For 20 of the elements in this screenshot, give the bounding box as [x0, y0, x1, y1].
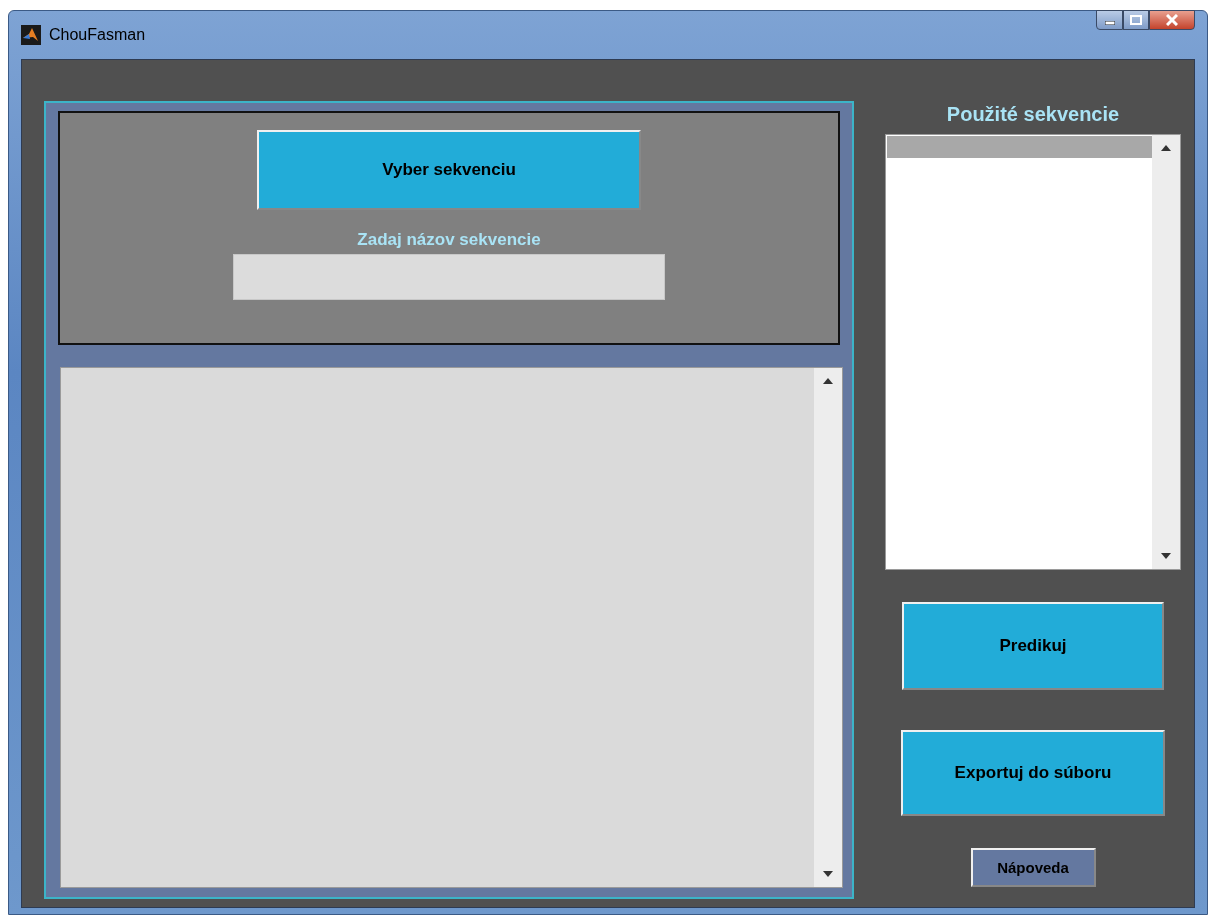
- scrollbar[interactable]: [1152, 135, 1180, 569]
- scrollbar[interactable]: [814, 368, 842, 887]
- app-logo-icon: [21, 25, 41, 45]
- close-button[interactable]: [1149, 10, 1195, 30]
- minimize-icon[interactable]: [1104, 21, 1115, 25]
- maximize-button[interactable]: [1123, 10, 1149, 30]
- input-field[interactable]: [233, 254, 665, 300]
- action-button[interactable]: Predikuj: [902, 602, 1164, 690]
- action-button[interactable]: Exportuj do súboru: [901, 730, 1165, 816]
- action-button[interactable]: Vyber sekvenciu: [257, 130, 641, 210]
- scroll-down-icon[interactable]: [823, 871, 833, 877]
- scroll-up-icon[interactable]: [823, 378, 833, 384]
- help-button[interactable]: Nápoveda: [970, 848, 1096, 887]
- list-title: Použité sekvencie: [946, 103, 1120, 126]
- scroll-up-icon[interactable]: [1161, 145, 1171, 151]
- window-title: ChouFasman: [49, 26, 147, 44]
- field-label: Zadaj názov sekvencie: [357, 230, 541, 250]
- scroll-down-icon[interactable]: [1161, 553, 1171, 559]
- close-icon[interactable]: [1166, 14, 1178, 26]
- minimize-button[interactable]: [1096, 10, 1123, 30]
